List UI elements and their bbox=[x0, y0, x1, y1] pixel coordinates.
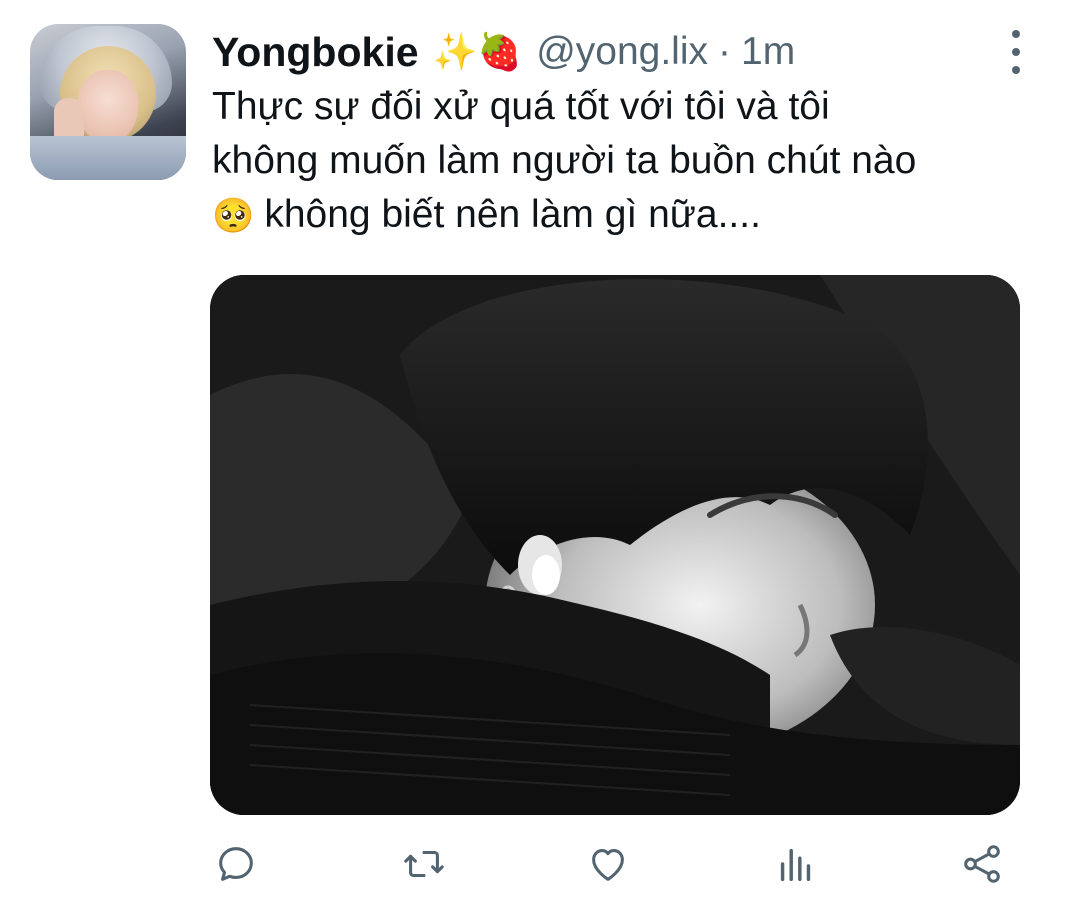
analytics-icon bbox=[780, 848, 811, 882]
tweet-text: Thực sự đối xử quá tốt với tôi và tôi kh… bbox=[212, 80, 1042, 243]
tweet-text-line: 🥺 không biết nên làm gì nữa.... bbox=[212, 188, 1042, 243]
reply-button[interactable] bbox=[206, 834, 266, 894]
retweet-icon bbox=[404, 850, 444, 878]
more-dot-icon bbox=[1012, 30, 1020, 38]
like-button[interactable] bbox=[578, 834, 638, 894]
user-handle[interactable]: @yong.lix bbox=[536, 30, 708, 74]
display-name[interactable]: Yongbokie bbox=[212, 29, 419, 76]
media-photo-illustration bbox=[210, 275, 1020, 815]
timestamp[interactable]: 1m bbox=[741, 30, 795, 74]
tweet[interactable]: Yongbokie ✨🍓 @yong.lix · 1m Thực sự đối … bbox=[0, 0, 1079, 912]
tweet-text-line: Thực sự đối xử quá tốt với tôi và tôi bbox=[212, 85, 830, 128]
avatar-body bbox=[30, 136, 186, 180]
reply-icon bbox=[219, 847, 253, 881]
share-icon bbox=[964, 845, 1000, 883]
more-options-button[interactable] bbox=[996, 30, 1036, 74]
tweet-header: Yongbokie ✨🍓 @yong.lix · 1m bbox=[212, 24, 795, 80]
tweet-media-image[interactable] bbox=[210, 275, 1020, 815]
more-dot-icon bbox=[1012, 48, 1020, 56]
more-dot-icon bbox=[1012, 66, 1020, 74]
retweet-button[interactable] bbox=[394, 834, 454, 894]
avatar-face bbox=[78, 70, 138, 144]
heart-icon bbox=[592, 849, 624, 881]
tweet-text-last: không biết nên làm gì nữa.... bbox=[264, 193, 761, 236]
separator-dot: · bbox=[718, 30, 732, 73]
avatar[interactable] bbox=[30, 24, 186, 180]
analytics-button[interactable] bbox=[766, 834, 826, 894]
name-emoji: ✨🍓 bbox=[432, 32, 523, 73]
tweet-action-bar bbox=[0, 834, 1079, 896]
pleading-face-emoji: 🥺 bbox=[212, 196, 255, 236]
tweet-text-line: không muốn làm người ta buồn chút nào bbox=[212, 139, 917, 182]
share-button[interactable] bbox=[952, 834, 1012, 894]
